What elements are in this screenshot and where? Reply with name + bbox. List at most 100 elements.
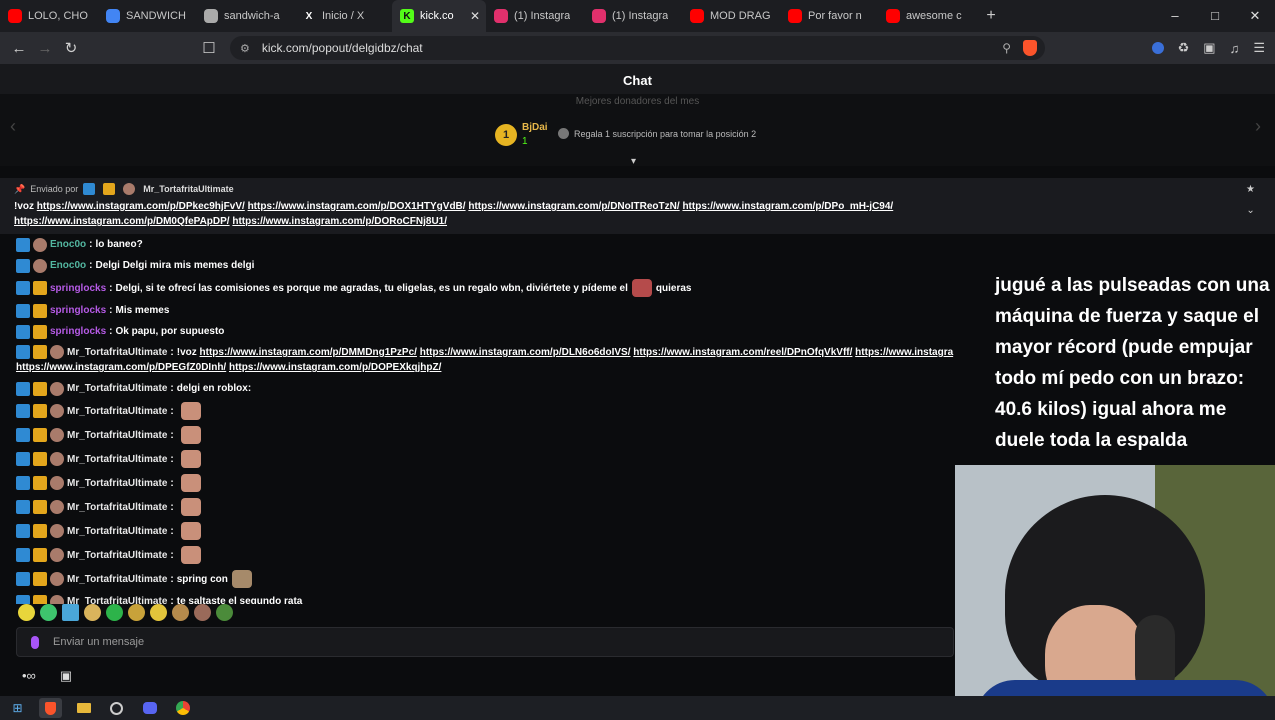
- browser-tab[interactable]: X Inicio / X: [294, 0, 392, 32]
- instagram-link[interactable]: https://www.instagram.com/p/DOX1HTYgVdB/: [248, 201, 466, 212]
- verified-badge-icon: [16, 281, 30, 295]
- emote-icon[interactable]: [216, 604, 233, 621]
- collapse-icon[interactable]: ▾: [631, 156, 636, 167]
- instagram-link[interactable]: https://www.instagram.com/p/DM0QfePApDP/: [14, 216, 230, 227]
- emote-icon[interactable]: [84, 604, 101, 621]
- instagram-link[interactable]: https://www.instagram.com/p/DPkec9hjFvV/: [37, 201, 245, 212]
- verified-badge-icon: [16, 404, 30, 418]
- reload-icon[interactable]: ↻: [58, 39, 84, 57]
- instagram-link[interactable]: https://www.instagram.com/p/DMMDng1PzPc/: [200, 347, 417, 358]
- instagram-link[interactable]: https://www.instagram.com/p/DNoITReoTzN/: [468, 201, 679, 212]
- forward-icon[interactable]: →: [32, 40, 58, 57]
- media-icon[interactable]: ♫: [1230, 41, 1240, 56]
- chat-username[interactable]: Mr_TortafritaUltimate: [67, 476, 167, 491]
- settings-dots-icon[interactable]: •∞: [22, 668, 36, 684]
- discord-icon[interactable]: [138, 698, 161, 718]
- maximize-icon[interactable]: □: [1195, 0, 1235, 32]
- instagram-link[interactable]: https://www.instagram.com/p/DPo_mH-jC94/: [682, 201, 893, 212]
- browser-tab[interactable]: Por favor n: [780, 0, 878, 32]
- chevron-right-icon[interactable]: ›: [1255, 116, 1261, 137]
- top-donor-name[interactable]: BjDai: [522, 122, 548, 133]
- verified-badge-icon: [16, 381, 30, 396]
- windows-start-icon[interactable]: ⊞: [6, 698, 29, 718]
- avatar-badge-icon: [50, 452, 64, 466]
- instagram-link[interactable]: https://www.instagra: [855, 347, 953, 358]
- chat-username[interactable]: Mr_TortafritaUltimate: [67, 347, 167, 358]
- mic-icon[interactable]: [31, 635, 39, 649]
- emote-icon[interactable]: [62, 604, 79, 621]
- bookmark-icon[interactable]: ☐: [196, 39, 222, 57]
- browser-tab[interactable]: awesome c: [878, 0, 976, 32]
- instagram-link[interactable]: https://www.instagram.com/p/DORoCFNj8U1/: [232, 216, 447, 227]
- emote-icon[interactable]: [172, 604, 189, 621]
- crown-badge-icon: [33, 428, 47, 442]
- chat-username[interactable]: Mr_TortafritaUltimate: [67, 572, 167, 587]
- file-explorer-icon[interactable]: [72, 698, 95, 718]
- back-icon[interactable]: ←: [6, 40, 32, 57]
- chevron-left-icon[interactable]: ‹: [10, 116, 16, 137]
- verified-badge-icon: [83, 183, 96, 195]
- username-separator: :: [170, 347, 174, 358]
- chat-message-list[interactable]: Enoc0o: lo baneo? Enoc0o: Delgi Delgi mira …: [16, 234, 956, 604]
- chat-username[interactable]: Enoc0o: [50, 258, 86, 273]
- browser-tab[interactable]: SANDWICH: [98, 0, 196, 32]
- emote-icon[interactable]: [106, 604, 123, 621]
- minimize-icon[interactable]: –: [1155, 0, 1195, 32]
- emote-icon[interactable]: [18, 604, 35, 621]
- emote-icon[interactable]: [128, 604, 145, 621]
- close-window-icon[interactable]: ✕: [1235, 0, 1275, 32]
- chat-username[interactable]: Mr_TortafritaUltimate: [67, 428, 167, 443]
- verified-badge-icon: [16, 572, 30, 586]
- expand-chevron-icon[interactable]: ⌄: [1246, 205, 1254, 216]
- sidebar-icon[interactable]: ▣: [1203, 40, 1215, 56]
- pinned-username[interactable]: Mr_TortafritaUltimate: [143, 184, 233, 194]
- page-title: Chat: [0, 64, 1275, 98]
- emote-icon[interactable]: [194, 604, 211, 621]
- chat-username[interactable]: Mr_TortafritaUltimate: [67, 404, 167, 419]
- instagram-link[interactable]: https://www.instagram.com/reel/DPnOfqVkV…: [633, 347, 852, 358]
- gift-sub-prompt[interactable]: Regala 1 suscripción para tomar la posic…: [558, 128, 756, 139]
- chat-username[interactable]: Mr_TortafritaUltimate: [67, 594, 167, 604]
- instagram-link[interactable]: https://www.instagram.com/p/DOPEXkqjhpZ/: [229, 362, 441, 373]
- site-settings-icon[interactable]: ⚙: [240, 42, 250, 55]
- chat-username[interactable]: Mr_TortafritaUltimate: [67, 524, 167, 539]
- address-bar[interactable]: ⚙ kick.com/popout/delgidbz/chat ⚲: [230, 36, 1045, 60]
- pinned-label: Enviado por: [30, 184, 79, 194]
- chat-username[interactable]: Mr_TortafritaUltimate: [67, 500, 167, 515]
- emote-icon[interactable]: [150, 604, 167, 621]
- unpin-icon[interactable]: ★: [1246, 184, 1255, 195]
- browser-tab[interactable]: LOLO, CHO: [0, 0, 98, 32]
- zoom-icon[interactable]: ⚲: [1002, 41, 1011, 55]
- browser-tab[interactable]: (1) Instagra: [486, 0, 584, 32]
- close-tab-icon[interactable]: ✕: [470, 9, 480, 23]
- chat-username[interactable]: Enoc0o: [50, 237, 86, 252]
- verified-badge-icon: [16, 258, 30, 273]
- emote-icon[interactable]: [40, 604, 57, 621]
- browser-tab[interactable]: sandwich-a: [196, 0, 294, 32]
- extensions-puzzle-icon[interactable]: ♻: [1178, 40, 1190, 56]
- chat-username[interactable]: springlocks: [50, 324, 106, 339]
- message-input[interactable]: Enviar un mensaje: [16, 627, 954, 657]
- chat-username[interactable]: springlocks: [50, 281, 106, 296]
- store-icon[interactable]: ▣: [60, 668, 72, 684]
- browser-tab[interactable]: Kkick.co ✕: [392, 0, 486, 32]
- browser-tab[interactable]: (1) Instagra: [584, 0, 682, 32]
- chat-username[interactable]: Mr_TortafritaUltimate: [67, 381, 167, 396]
- avatar-badge-icon: [50, 428, 64, 442]
- obs-icon[interactable]: [105, 698, 128, 718]
- chat-username[interactable]: Mr_TortafritaUltimate: [67, 548, 167, 563]
- instagram-link[interactable]: https://www.instagram.com/p/DPEGfZ0DInh/: [16, 362, 226, 373]
- chrome-icon[interactable]: [171, 698, 194, 718]
- browser-tab[interactable]: MOD DRAG: [682, 0, 780, 32]
- chat-message: Mr_TortafritaUltimate: te saltaste el seg…: [16, 591, 956, 604]
- chat-username[interactable]: springlocks: [50, 303, 106, 318]
- instagram-link[interactable]: https://www.instagram.com/p/DLN6o6doIVS/: [420, 347, 631, 358]
- new-tab-icon[interactable]: +: [976, 7, 1006, 25]
- chat-username[interactable]: Mr_TortafritaUltimate: [67, 452, 167, 467]
- brave-taskbar-icon[interactable]: [39, 698, 62, 718]
- tab-label: sandwich-a: [224, 10, 280, 22]
- crown-badge-icon: [33, 476, 47, 490]
- brave-shields-icon[interactable]: [1023, 40, 1037, 56]
- extension-icon[interactable]: [1151, 42, 1164, 54]
- menu-icon[interactable]: ☰: [1253, 40, 1265, 56]
